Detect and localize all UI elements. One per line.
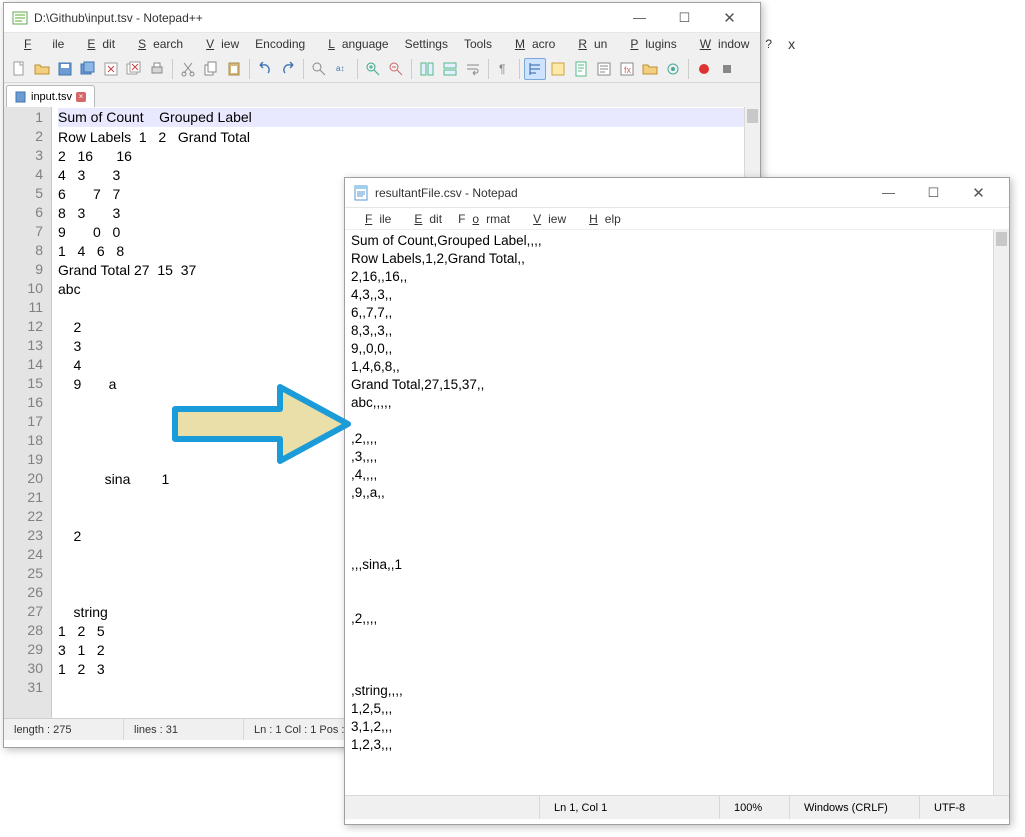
menu-edit[interactable]: Edit (400, 210, 449, 228)
stop-record-icon[interactable] (716, 58, 738, 80)
monitor-icon[interactable] (662, 58, 684, 80)
menu-help[interactable]: Help (575, 210, 628, 228)
menu-run[interactable]: Run (564, 35, 614, 53)
close-button[interactable]: ✕ (707, 4, 752, 32)
npd-menubar: File Edit Format View Help (345, 208, 1009, 230)
save-icon[interactable] (54, 58, 76, 80)
find-icon[interactable] (308, 58, 330, 80)
menu-file[interactable]: File (10, 35, 71, 53)
save-all-icon[interactable] (77, 58, 99, 80)
status-eol: Windows (CRLF) (789, 796, 919, 819)
npd-editor-content[interactable]: Sum of Count,Grouped Label,,,,Row Labels… (345, 230, 1009, 795)
open-file-icon[interactable] (31, 58, 53, 80)
paste-icon[interactable] (223, 58, 245, 80)
menu-file[interactable]: File (351, 210, 398, 228)
close-button[interactable]: ✕ (956, 179, 1001, 207)
status-encoding: UTF-8 (919, 796, 1009, 819)
npp-titlebar[interactable]: D:\Github\input.tsv - Notepad++ — ☐ ✕ (4, 3, 760, 33)
cut-icon[interactable] (177, 58, 199, 80)
copy-icon[interactable] (200, 58, 222, 80)
new-file-icon[interactable] (8, 58, 30, 80)
npp-tabbar: input.tsv × (4, 83, 760, 107)
scrollbar-thumb[interactable] (996, 232, 1007, 246)
vertical-scrollbar[interactable] (993, 230, 1009, 795)
replace-icon[interactable]: a↕ (331, 58, 353, 80)
minimize-button[interactable]: — (617, 4, 662, 32)
npd-title-text: resultantFile.csv - Notepad (375, 186, 866, 200)
arrow-graphic (170, 381, 355, 471)
minimize-button[interactable]: — (866, 179, 911, 207)
status-zoom: 100% (719, 796, 789, 819)
npp-window-controls: — ☐ ✕ (617, 4, 752, 32)
show-ws-icon[interactable]: ¶ (493, 58, 515, 80)
tab-close-extra[interactable]: x (781, 34, 802, 54)
npd-titlebar[interactable]: resultantFile.csv - Notepad — ☐ ✕ (345, 178, 1009, 208)
menu-view[interactable]: View (192, 35, 246, 53)
notepad-window: resultantFile.csv - Notepad — ☐ ✕ File E… (344, 177, 1010, 825)
status-length: length : 275 (4, 719, 124, 740)
menu-format[interactable]: Format (451, 210, 517, 228)
tab-close-icon[interactable]: × (76, 92, 86, 102)
zoom-out-icon[interactable] (385, 58, 407, 80)
redo-icon[interactable] (277, 58, 299, 80)
svg-text:¶: ¶ (499, 62, 505, 76)
tab-label: input.tsv (31, 91, 72, 103)
menu-macro[interactable]: Macro (501, 35, 562, 53)
npp-toolbar: a↕ ¶ fx (4, 55, 760, 83)
line-numbers: 1234567891011121314151617181920212223242… (4, 107, 52, 718)
menu-help[interactable]: ? (758, 35, 779, 53)
scrollbar-thumb[interactable] (747, 109, 758, 123)
menu-encoding[interactable]: Encoding (248, 35, 312, 53)
npp-menubar: File Edit Search View Encoding Language … (4, 33, 760, 55)
menu-window[interactable]: Window (686, 35, 757, 53)
undo-icon[interactable] (254, 58, 276, 80)
sync-v-icon[interactable] (416, 58, 438, 80)
print-icon[interactable] (146, 58, 168, 80)
folder-icon[interactable] (639, 58, 661, 80)
menu-edit[interactable]: Edit (73, 35, 122, 53)
notepad-app-icon (353, 185, 369, 201)
menu-plugins[interactable]: Plugins (616, 35, 683, 53)
menu-search[interactable]: Search (124, 35, 190, 53)
close-file-icon[interactable] (100, 58, 122, 80)
status-lines: lines : 31 (124, 719, 244, 740)
npp-title-text: D:\Github\input.tsv - Notepad++ (34, 11, 617, 25)
npd-window-controls: — ☐ ✕ (866, 179, 1001, 207)
npd-statusbar: Ln 1, Col 1 100% Windows (CRLF) UTF-8 (345, 795, 1009, 819)
tab-input-tsv[interactable]: input.tsv × (6, 85, 95, 107)
menu-tools[interactable]: Tools (457, 35, 499, 53)
doc-list-icon[interactable] (593, 58, 615, 80)
maximize-button[interactable]: ☐ (911, 179, 956, 207)
indent-guide-icon[interactable] (524, 58, 546, 80)
menu-language[interactable]: Language (314, 35, 395, 53)
npp-app-icon (12, 10, 28, 26)
svg-text:a↕: a↕ (336, 64, 344, 73)
zoom-in-icon[interactable] (362, 58, 384, 80)
file-icon (15, 91, 27, 103)
svg-text:fx: fx (624, 65, 632, 75)
udl-icon[interactable] (547, 58, 569, 80)
menu-settings[interactable]: Settings (398, 35, 455, 53)
menu-view[interactable]: View (519, 210, 573, 228)
wrap-icon[interactable] (462, 58, 484, 80)
doc-map-icon[interactable] (570, 58, 592, 80)
close-all-icon[interactable] (123, 58, 145, 80)
status-pos: Ln 1, Col 1 (539, 796, 719, 819)
record-icon[interactable] (693, 58, 715, 80)
func-list-icon[interactable]: fx (616, 58, 638, 80)
sync-h-icon[interactable] (439, 58, 461, 80)
maximize-button[interactable]: ☐ (662, 4, 707, 32)
